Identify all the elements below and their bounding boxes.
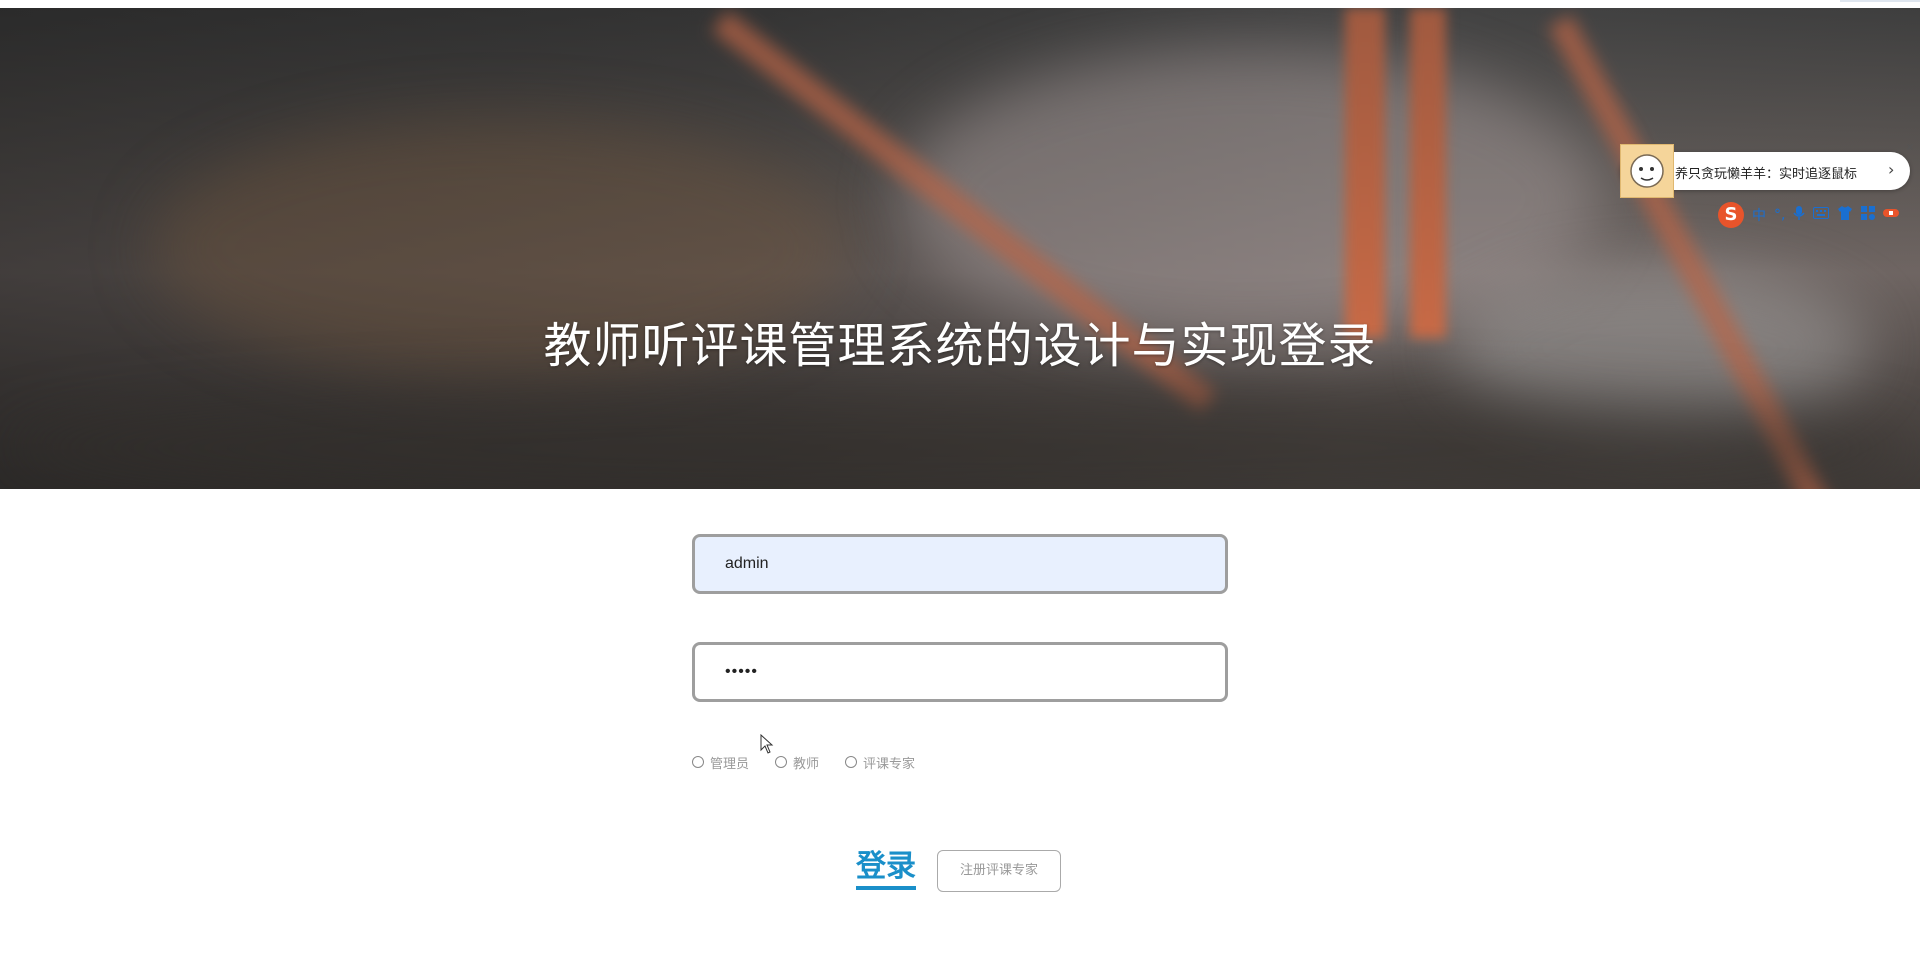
role-option-teacher[interactable]: 教师: [775, 753, 819, 772]
toolbox-grid-icon[interactable]: [1861, 206, 1876, 224]
chevron-right-icon[interactable]: ›: [1888, 160, 1894, 179]
sogou-logo-icon[interactable]: S: [1718, 202, 1744, 228]
role-label: 评课专家: [863, 756, 916, 772]
hero-banner: [0, 8, 1920, 489]
page-title: 教师听评课管理系统的设计与实现登录: [543, 318, 1377, 374]
role-selector: 管理员 教师 评课专家: [692, 752, 941, 772]
bridge-tower-right: [1410, 8, 1446, 338]
radio-button[interactable]: [692, 756, 704, 768]
microphone-icon[interactable]: [1793, 205, 1806, 225]
role-option-expert[interactable]: 评课专家: [845, 753, 915, 772]
role-option-admin[interactable]: 管理员: [692, 753, 749, 772]
ime-punctuation[interactable]: °,: [1774, 207, 1785, 223]
ime-toolbar: S 中 °,: [1718, 202, 1918, 228]
login-button[interactable]: 登录: [856, 848, 916, 890]
register-expert-button[interactable]: 注册评课专家: [937, 850, 1061, 892]
top-strip: [0, 0, 1920, 8]
skin-shirt-icon[interactable]: [1837, 206, 1853, 224]
password-input[interactable]: [692, 642, 1228, 702]
keyboard-icon[interactable]: [1813, 207, 1830, 223]
radio-button[interactable]: [845, 756, 858, 768]
close-icon[interactable]: ×: [1904, 142, 1916, 154]
role-label: 管理员: [710, 756, 750, 772]
username-input[interactable]: [692, 534, 1228, 594]
radio-button[interactable]: [775, 756, 788, 768]
bridge-tower-left: [1345, 8, 1385, 338]
game-icon[interactable]: [1883, 207, 1900, 223]
sheep-avatar-icon[interactable]: [1620, 144, 1674, 198]
mouse-cursor-icon: [760, 734, 774, 754]
sheep-icon: [1630, 154, 1664, 188]
ad-text[interactable]: 养只贪玩懒羊羊：实时追逐鼠标: [1675, 163, 1857, 182]
top-accent: [1840, 0, 1920, 2]
ime-mode[interactable]: 中: [1752, 205, 1766, 225]
role-label: 教师: [793, 756, 820, 772]
